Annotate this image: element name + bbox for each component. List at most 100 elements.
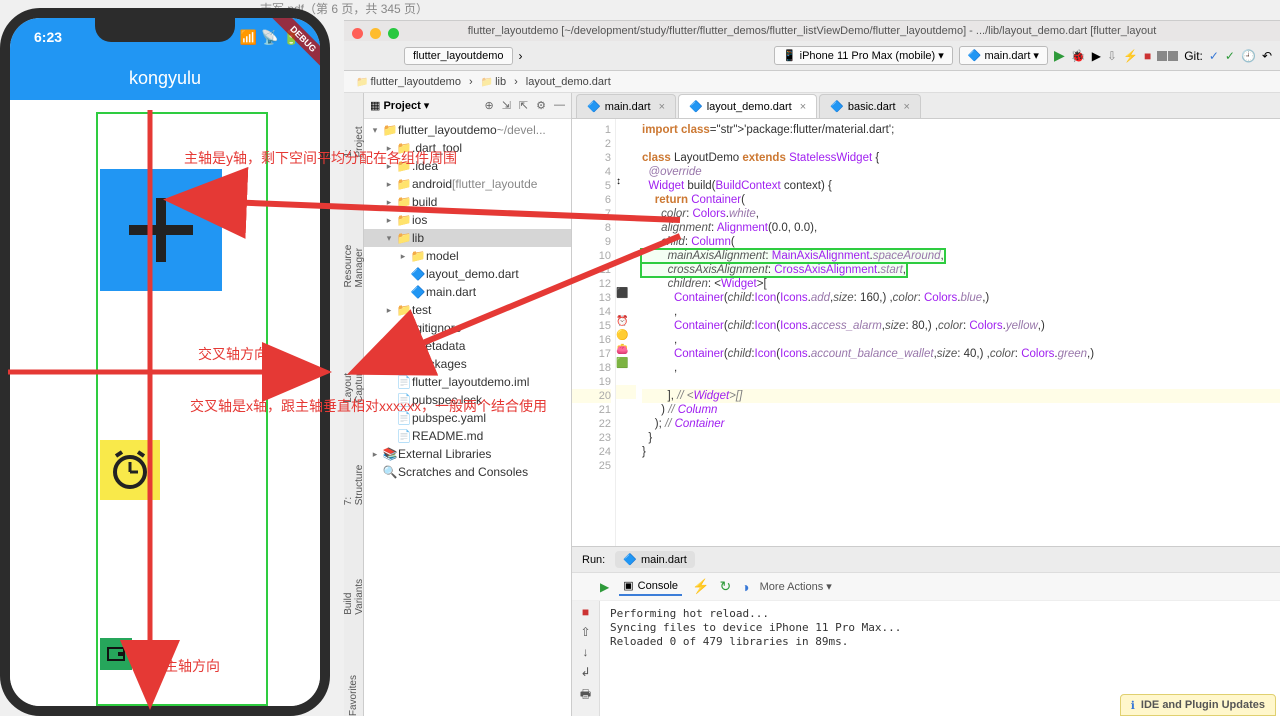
run-side-toolbar: ■ ⇧ ↓ ↲ 🖶 <box>572 601 600 716</box>
minimize-window-icon[interactable] <box>370 28 381 39</box>
tool-window-tab[interactable]: 7: Structure <box>343 463 365 505</box>
close-tab-icon[interactable]: × <box>800 101 806 113</box>
close-tab-icon[interactable]: × <box>904 101 910 113</box>
more-actions-dropdown[interactable]: More Actions ▾ <box>760 580 832 593</box>
tree-item[interactable]: ▸📚External Libraries <box>364 445 571 463</box>
window-traffic-lights[interactable] <box>352 28 399 39</box>
debug-button[interactable]: 🐞 <box>1071 49 1086 63</box>
dart-file-icon: 🔷 <box>830 100 844 113</box>
zoom-window-icon[interactable] <box>388 28 399 39</box>
editor-tab[interactable]: 🔷basic.dart× <box>819 94 921 118</box>
blue-container <box>100 169 222 291</box>
git-history-icon[interactable]: 🕘 <box>1241 49 1256 63</box>
print-icon[interactable]: 🖶 <box>580 685 591 706</box>
tree-item[interactable]: 📄README.md <box>364 427 571 445</box>
collapse-all-icon[interactable]: ⇱ <box>519 99 528 112</box>
soft-wrap-icon[interactable]: ↲ <box>580 665 590 679</box>
status-time: 6:23 <box>34 29 62 45</box>
signal-icon: 📶 <box>240 29 257 46</box>
tree-item[interactable]: ▾📁lib <box>364 229 571 247</box>
close-window-icon[interactable] <box>352 28 363 39</box>
app-bar-title: kongyulu <box>10 56 320 100</box>
green-container <box>100 638 132 670</box>
scroll-icon[interactable]: ↓ <box>583 645 589 659</box>
annotation-main-axis-desc: 主轴是y轴，剩下空间平均分配在各组件周围 <box>184 148 457 168</box>
run-config-selector[interactable]: 🔷 main.dart ▾ <box>959 46 1048 65</box>
select-opened-file-icon[interactable]: ⊕ <box>484 99 493 112</box>
tree-item[interactable]: 📄.metadata <box>364 337 571 355</box>
run-label: Run: <box>582 554 605 566</box>
expand-all-icon[interactable]: ⇲ <box>502 99 511 112</box>
run-button[interactable]: ▶ <box>1054 47 1065 64</box>
breadcrumb-item[interactable]: flutter_layoutdemo <box>352 75 465 89</box>
breadcrumb-item[interactable]: lib <box>477 75 510 89</box>
tree-item[interactable]: ▸📁ios <box>364 211 571 229</box>
profile-button[interactable]: ▶ <box>1092 49 1101 63</box>
attach-button[interactable]: ⇩ <box>1107 49 1117 63</box>
close-tab-icon[interactable]: × <box>659 101 665 113</box>
pin-icon[interactable]: ⇧ <box>580 625 590 639</box>
layout-bounds-icon[interactable] <box>1157 51 1178 61</box>
tool-window-tab[interactable]: Favorites <box>348 675 359 716</box>
tool-window-tab[interactable]: Build Variants <box>343 565 365 615</box>
project-panel-header: ▦ Project ▾ ⊕ ⇲ ⇱ ⚙ — <box>364 93 571 119</box>
hot-restart-icon[interactable]: ↻ <box>719 578 731 595</box>
breadcrumb-item[interactable]: layout_demo.dart <box>522 75 615 89</box>
tree-item[interactable]: ▸📁model <box>364 247 571 265</box>
tree-item[interactable]: 🔍Scratches and Consoles <box>364 463 571 481</box>
editor-tabs: 🔷main.dart×🔷layout_demo.dart×🔷basic.dart… <box>572 93 1280 119</box>
dart-icon: 🔷 <box>968 50 982 62</box>
rerun-button[interactable]: ▶ <box>600 580 609 594</box>
tree-item[interactable]: 📄.packages <box>364 355 571 373</box>
iphone-simulator: DEBUG 6:23 📶 📡 🔋 kongyulu <box>0 8 330 716</box>
yellow-container <box>100 440 160 500</box>
run-config-tab[interactable]: 🔷 main.dart <box>615 551 695 568</box>
toolbar: flutter_layoutdemo › 📱 iPhone 11 Pro Max… <box>344 41 1280 71</box>
editor-tab[interactable]: 🔷layout_demo.dart× <box>678 94 817 118</box>
settings-icon[interactable]: ⚙ <box>536 99 546 112</box>
device-selector[interactable]: 📱 iPhone 11 Pro Max (mobile) ▾ <box>774 46 953 65</box>
stop-button[interactable]: ■ <box>1144 49 1151 63</box>
git-commit-icon[interactable]: ✓ <box>1225 49 1235 63</box>
phone-notch <box>95 18 235 42</box>
chevron-right-icon: › <box>519 49 523 63</box>
hot-reload-button[interactable]: ⚡ <box>1123 49 1138 63</box>
navigation-bar[interactable]: flutter_layoutdemo›lib›layout_demo.dart <box>344 71 1280 93</box>
add-icon <box>121 190 201 270</box>
tree-item[interactable]: 📄flutter_layoutdemo.iml <box>364 373 571 391</box>
line-number-gutter: 1234567891011121314151617181920212223242… <box>572 119 616 546</box>
annotation-cross-axis-label: 交叉轴方向 <box>198 344 268 364</box>
wallet-icon <box>105 643 127 665</box>
ide-window: flutter_layoutdemo [~/development/study/… <box>344 20 1280 716</box>
project-name-crumb[interactable]: flutter_layoutdemo <box>404 47 513 65</box>
tool-window-tab[interactable]: Resource Manager <box>343 218 365 287</box>
window-title: flutter_layoutdemo [~/development/study/… <box>344 21 1280 41</box>
hide-icon[interactable]: — <box>554 99 565 112</box>
tree-item[interactable]: 📄.gitignore <box>364 319 571 337</box>
project-view-dropdown[interactable]: ▦ Project ▾ <box>370 99 429 112</box>
tree-item[interactable]: ▾📁flutter_layoutdemo ~/devel... <box>364 121 571 139</box>
tree-item[interactable]: ▸📁build <box>364 193 571 211</box>
ide-update-notice[interactable]: ℹ IDE and Plugin Updates <box>1120 694 1276 716</box>
console-tab[interactable]: ▣ Console <box>619 577 682 596</box>
alarm-icon <box>108 448 152 492</box>
devtools-icon[interactable]: ◑ <box>741 579 749 595</box>
annotation-cross-axis-desc: 交叉轴是x轴，跟主轴垂直相对xxxxxx，一般两个结合使用 <box>190 396 547 416</box>
project-tree[interactable]: ▾📁flutter_layoutdemo ~/devel...▸📁.dart_t… <box>364 119 571 716</box>
tree-item[interactable]: ▸📁android [flutter_layoutde <box>364 175 571 193</box>
wifi-icon: 📡 <box>261 29 278 46</box>
git-update-icon[interactable]: ✓ <box>1209 49 1219 63</box>
tree-item[interactable]: ▸📁test <box>364 301 571 319</box>
tree-item[interactable]: 🔷main.dart <box>364 283 571 301</box>
stop-icon[interactable]: ■ <box>582 605 589 619</box>
tool-window-tab[interactable]: Layout Capture <box>343 347 365 403</box>
hot-reload-icon[interactable]: ⚡ <box>692 578 709 595</box>
editor-area: 🔷main.dart×🔷layout_demo.dart×🔷basic.dart… <box>572 93 1280 716</box>
git-rollback-icon[interactable]: ↶ <box>1262 49 1272 63</box>
dart-icon: 🔷 <box>623 553 637 566</box>
gutter-icons: ↕⬛⏰🟡👛🟩 <box>616 119 636 546</box>
code-editor[interactable]: import class="str">'package:flutter/mate… <box>636 119 1280 546</box>
git-label: Git: <box>1184 49 1203 63</box>
editor-tab[interactable]: 🔷main.dart× <box>576 94 676 118</box>
tree-item[interactable]: 🔷layout_demo.dart <box>364 265 571 283</box>
